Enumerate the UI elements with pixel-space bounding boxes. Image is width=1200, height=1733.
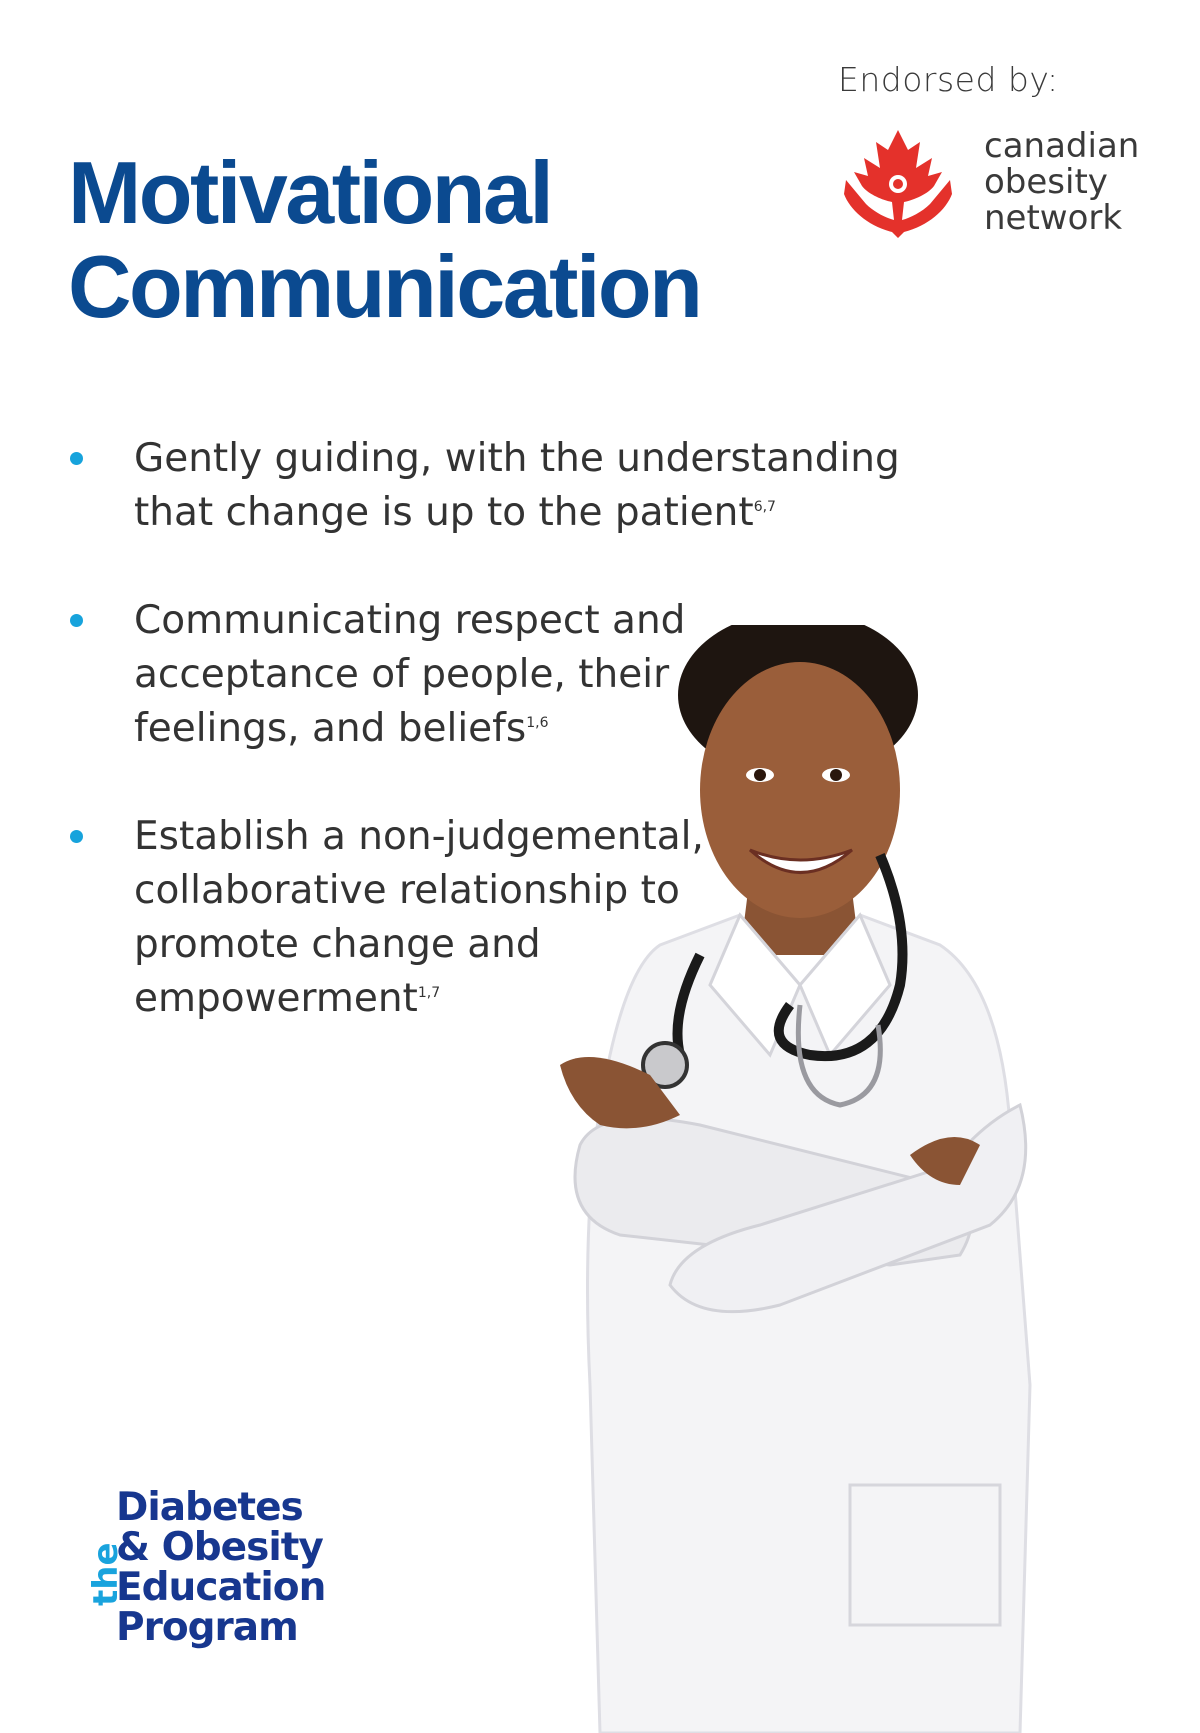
bullet-icon <box>70 830 83 843</box>
diabetes-obesity-education-program-logo: the Diabetes & Obesity Education Program <box>80 1488 420 1668</box>
reference-superscript: 1,6 <box>526 715 549 731</box>
logo-wordmark: Diabetes & Obesity Education Program <box>116 1485 326 1650</box>
org-name-line: canadian <box>984 126 1140 166</box>
org-name-line: network <box>984 198 1123 238</box>
bullet-icon <box>70 452 83 465</box>
logo-line: Program <box>116 1605 299 1650</box>
bullet-icon <box>70 614 83 627</box>
org-name-line: obesity <box>984 162 1108 202</box>
reference-superscript: 1,7 <box>417 985 441 1001</box>
organization-name: canadian obesity network <box>984 128 1139 236</box>
page-title: Motivational Communication <box>68 143 703 336</box>
endorsed-label: Endorsed by: <box>838 60 1059 99</box>
logo-line: & Obesity <box>116 1525 324 1570</box>
bullet-text: Gently guiding, with the understanding t… <box>134 436 900 535</box>
reference-superscript: 6,7 <box>753 499 776 515</box>
title-line-1: Motivational <box>68 143 554 242</box>
logo-line: Diabetes <box>116 1485 304 1530</box>
list-item: Gently guiding, with the understanding t… <box>64 432 924 540</box>
canadian-obesity-network-logo: canadian obesity network <box>838 128 1139 240</box>
logo-line: Education <box>116 1565 326 1610</box>
title-line-2: Communication <box>68 237 703 336</box>
maple-leaf-icon <box>844 130 952 238</box>
doctor-photo <box>560 625 1032 1733</box>
